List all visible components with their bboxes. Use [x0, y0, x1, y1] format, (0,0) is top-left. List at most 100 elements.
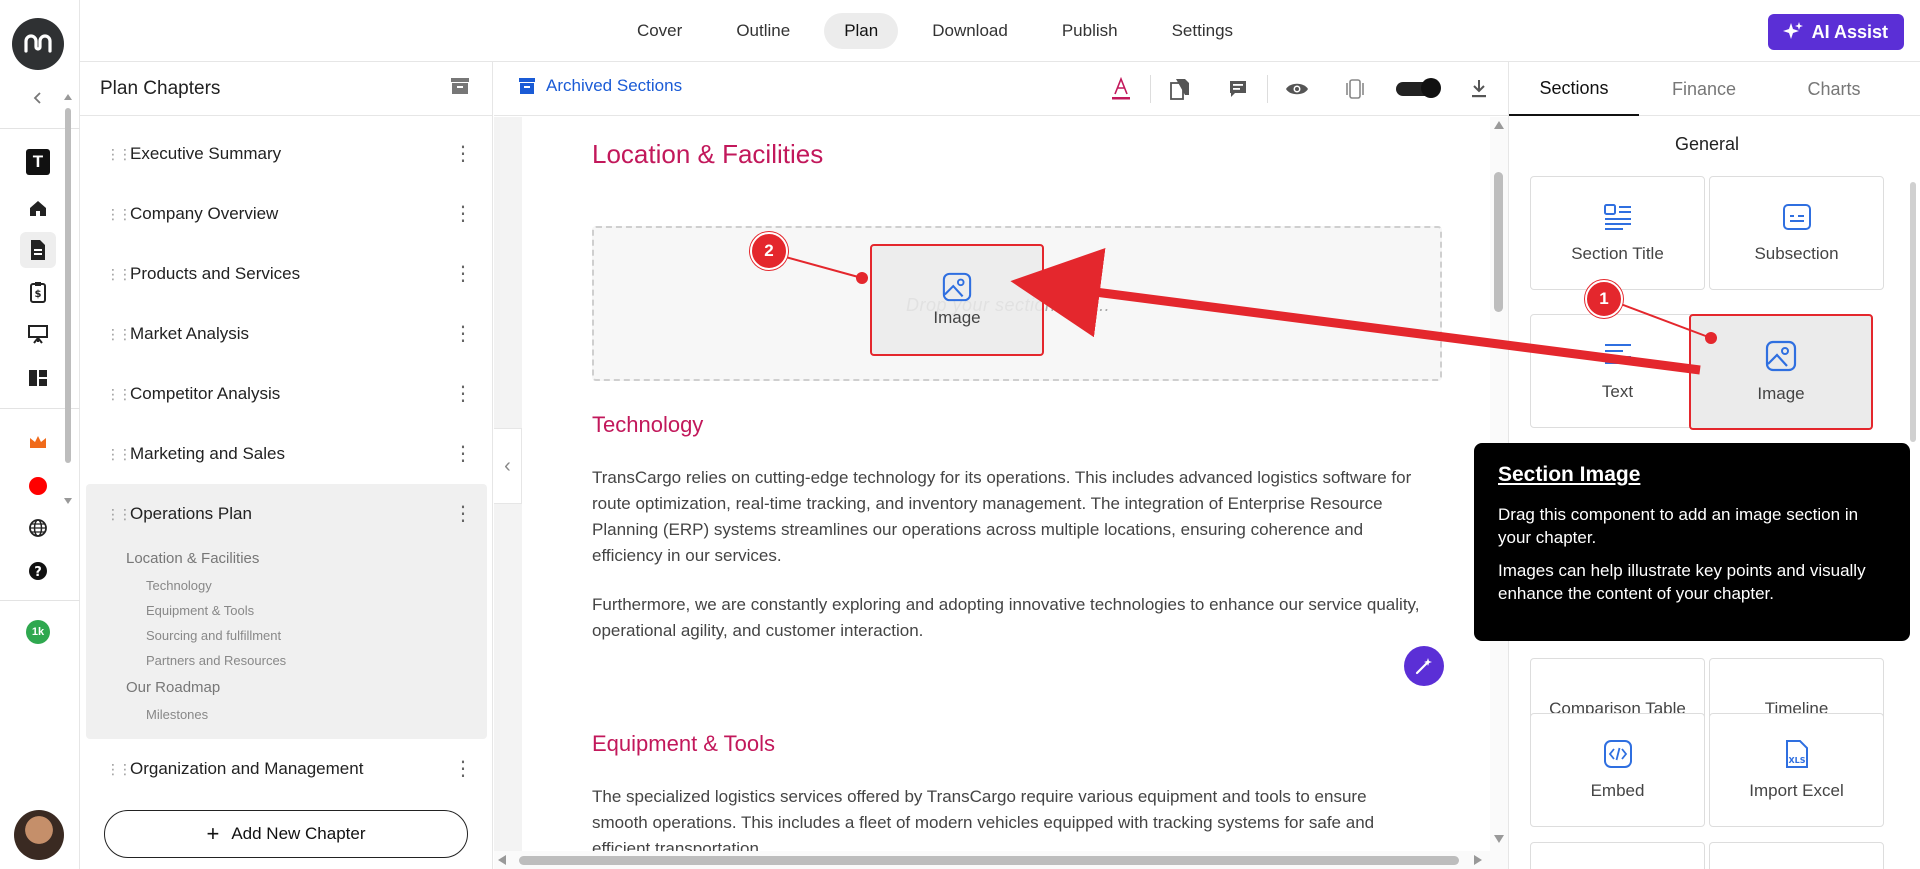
scroll-up-icon[interactable]	[64, 94, 72, 100]
subsection-item[interactable]: Location & Facilities	[86, 544, 487, 573]
tab-finance[interactable]: Finance	[1639, 62, 1769, 116]
section-title-card[interactable]: Section Title	[1530, 176, 1705, 290]
preview-eye-icon[interactable]	[1268, 62, 1326, 116]
component-card[interactable]	[1530, 842, 1705, 869]
chapter-item[interactable]: ⋮⋮ Executive Summary ⋮	[86, 124, 487, 184]
avatar[interactable]	[14, 810, 64, 860]
workspace-switcher[interactable]: T	[20, 144, 56, 180]
editor-canvas: Location & Facilities Drop your section …	[522, 117, 1490, 855]
tab-cover[interactable]: Cover	[617, 13, 702, 49]
scroll-left-icon[interactable]	[498, 855, 506, 865]
subsection-card[interactable]: Subsection	[1709, 176, 1884, 290]
tooltip-text: Images can help illustrate key points an…	[1498, 561, 1866, 603]
subsection-item[interactable]: Our Roadmap	[86, 673, 487, 702]
finance-report-icon[interactable]: $	[20, 274, 56, 310]
copy-document-icon[interactable]	[1151, 62, 1209, 116]
plus-icon: +	[206, 821, 220, 846]
chapter-item[interactable]: ⋮⋮ Operations Plan ⋮	[86, 484, 487, 544]
drag-handle-icon[interactable]: ⋮⋮	[106, 206, 132, 223]
image-card[interactable]: Image	[1689, 314, 1873, 430]
card-label: Subsection	[1754, 244, 1839, 263]
paragraph[interactable]: TransCargo relies on cutting-edge techno…	[592, 465, 1422, 569]
scroll-thumb[interactable]	[519, 856, 1459, 865]
subsection-item[interactable]: Technology	[86, 573, 487, 598]
home-icon[interactable]	[20, 190, 56, 226]
drag-handle-icon[interactable]: ⋮⋮	[106, 146, 132, 163]
component-card[interactable]	[1709, 842, 1884, 869]
chapter-item[interactable]: ⋮⋮ Products and Services ⋮	[86, 244, 487, 304]
more-options-icon[interactable]: ⋮	[453, 324, 473, 344]
more-options-icon[interactable]: ⋮	[453, 444, 473, 464]
scroll-right-icon[interactable]	[1474, 855, 1482, 865]
subsection-item[interactable]: Equipment & Tools	[86, 598, 487, 623]
help-icon[interactable]: ?	[20, 553, 56, 589]
app-logo[interactable]	[12, 18, 64, 70]
subsection-item[interactable]: Milestones	[86, 702, 487, 727]
tab-sections[interactable]: Sections	[1509, 62, 1639, 116]
ai-assist-button[interactable]: AI Assist	[1767, 14, 1904, 50]
comment-icon[interactable]	[1209, 62, 1267, 116]
subsection-item[interactable]: Sourcing and fulfillment	[86, 623, 487, 648]
subsection-heading[interactable]: Equipment & Tools	[592, 731, 775, 757]
collapse-rail-icon[interactable]	[20, 80, 56, 116]
subsection-item[interactable]: Partners and Resources	[86, 648, 487, 673]
archived-sections-link[interactable]: Archived Sections	[518, 76, 682, 96]
drag-handle-icon[interactable]: ⋮⋮	[106, 446, 132, 463]
scroll-down-icon[interactable]	[1494, 835, 1504, 843]
scroll-thumb[interactable]	[1910, 182, 1916, 442]
drag-handle-icon[interactable]: ⋮⋮	[106, 761, 132, 778]
chapter-label: Market Analysis	[130, 324, 250, 343]
paragraph[interactable]: Furthermore, we are constantly exploring…	[592, 592, 1422, 644]
chapters-scroll-track[interactable]	[64, 94, 72, 508]
drag-handle-icon[interactable]: ⋮⋮	[106, 506, 132, 523]
scroll-thumb[interactable]	[65, 108, 71, 463]
more-options-icon[interactable]: ⋮	[453, 204, 473, 224]
scroll-thumb[interactable]	[1494, 172, 1503, 312]
editor-horizontal-scrollbar[interactable]	[494, 851, 1508, 869]
points-badge[interactable]: 1k	[20, 614, 56, 650]
text-color-icon[interactable]	[1092, 62, 1150, 116]
presentation-icon[interactable]	[20, 316, 56, 352]
more-options-icon[interactable]: ⋮	[453, 264, 473, 284]
chapter-item[interactable]: ⋮⋮ Organization and Management ⋮	[86, 739, 487, 799]
tab-settings[interactable]: Settings	[1152, 13, 1253, 49]
record-icon[interactable]	[20, 468, 56, 504]
more-options-icon[interactable]: ⋮	[453, 504, 473, 524]
device-preview-icon[interactable]	[1326, 62, 1384, 116]
tab-charts[interactable]: Charts	[1769, 62, 1899, 116]
tab-plan[interactable]: Plan	[824, 13, 899, 49]
more-options-icon[interactable]: ⋮	[453, 384, 473, 404]
collapse-panel-icon[interactable]: ‹	[494, 428, 522, 504]
archive-icon[interactable]	[450, 77, 470, 100]
more-options-icon[interactable]: ⋮	[453, 144, 473, 164]
view-toggle[interactable]	[1396, 78, 1441, 98]
tab-publish[interactable]: Publish	[1042, 13, 1138, 49]
scroll-down-icon[interactable]	[64, 498, 72, 504]
paragraph[interactable]: The specialized logistics services offer…	[592, 784, 1422, 855]
more-options-icon[interactable]: ⋮	[453, 759, 473, 779]
add-chapter-button[interactable]: + Add New Chapter	[104, 810, 468, 858]
text-card[interactable]: Text	[1530, 314, 1705, 428]
dragged-image-card[interactable]: Image	[870, 244, 1044, 356]
chapter-item[interactable]: ⋮⋮ Company Overview ⋮	[86, 184, 487, 244]
section-image-tooltip: Section Image Drag this component to add…	[1474, 443, 1910, 641]
drag-handle-icon[interactable]: ⋮⋮	[106, 326, 132, 343]
scroll-up-icon[interactable]	[1494, 121, 1504, 129]
document-icon[interactable]	[20, 232, 56, 268]
subsection-heading[interactable]: Technology	[592, 412, 703, 438]
import-excel-card[interactable]: XLS Import Excel	[1709, 713, 1884, 827]
drag-handle-icon[interactable]: ⋮⋮	[106, 386, 132, 403]
magic-wand-button[interactable]	[1404, 646, 1444, 686]
chapter-item[interactable]: ⋮⋮ Competitor Analysis ⋮	[86, 364, 487, 424]
embed-card[interactable]: Embed	[1530, 713, 1705, 827]
globe-icon[interactable]	[20, 510, 56, 546]
chapter-item[interactable]: ⋮⋮ Marketing and Sales ⋮	[86, 424, 487, 484]
crown-icon[interactable]	[20, 424, 56, 460]
dashboard-icon[interactable]	[20, 360, 56, 396]
drag-handle-icon[interactable]: ⋮⋮	[106, 266, 132, 283]
section-heading[interactable]: Location & Facilities	[592, 139, 823, 170]
tab-outline[interactable]: Outline	[716, 13, 810, 49]
tab-download[interactable]: Download	[912, 13, 1028, 49]
chapter-item[interactable]: ⋮⋮ Market Analysis ⋮	[86, 304, 487, 364]
download-icon[interactable]	[1450, 62, 1508, 116]
